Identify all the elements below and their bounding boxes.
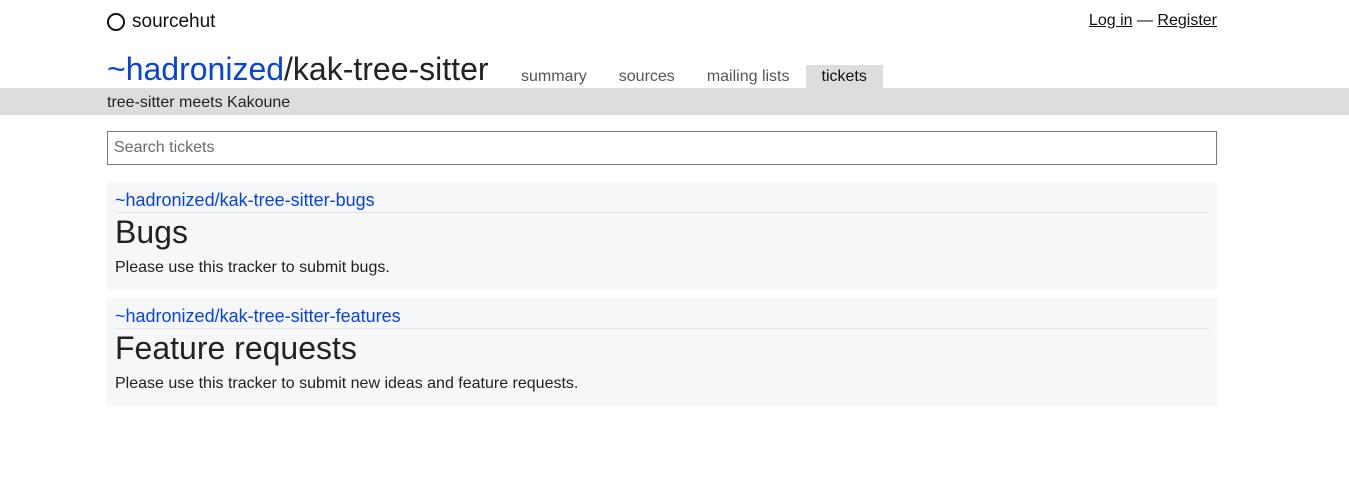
sourcehut-logo-icon bbox=[107, 13, 125, 31]
brand-name: sourcehut bbox=[132, 11, 216, 32]
top-navigation: sourcehut Log in — Register bbox=[107, 10, 1217, 36]
tracker-link[interactable]: ~hadronized/kak-tree-sitter-bugs bbox=[115, 189, 1209, 213]
repo-title-slash: / bbox=[284, 51, 293, 87]
repo-subheader: tree-sitter meets Kakoune bbox=[0, 88, 1349, 115]
repo-description: tree-sitter meets Kakoune bbox=[107, 94, 291, 111]
repo-tabs: summary sources mailing lists tickets bbox=[505, 65, 883, 88]
tab-summary[interactable]: summary bbox=[505, 65, 603, 88]
tracker-card-features: ~hadronized/kak-tree-sitter-features Fea… bbox=[107, 298, 1217, 406]
auth-links: Log in — Register bbox=[1089, 12, 1217, 30]
tracker-card-bugs: ~hadronized/kak-tree-sitter-bugs Bugs Pl… bbox=[107, 182, 1217, 290]
tracker-description: Please use this tracker to submit bugs. bbox=[115, 259, 390, 276]
tab-tickets[interactable]: tickets bbox=[805, 65, 883, 88]
tab-sources[interactable]: sources bbox=[603, 65, 691, 88]
tracker-title: Bugs bbox=[115, 214, 188, 250]
repo-owner-link[interactable]: ~hadronized bbox=[107, 51, 284, 87]
auth-separator: — bbox=[1136, 12, 1153, 29]
tracker-title: Feature requests bbox=[115, 330, 357, 366]
brand-link[interactable]: sourcehut bbox=[107, 11, 215, 33]
repo-name: kak-tree-sitter bbox=[292, 51, 489, 87]
tracker-link[interactable]: ~hadronized/kak-tree-sitter-features bbox=[115, 305, 1209, 329]
repo-title: ~hadronized/kak-tree-sitter bbox=[107, 50, 489, 88]
register-link[interactable]: Register bbox=[1157, 12, 1217, 29]
tracker-description: Please use this tracker to submit new id… bbox=[115, 375, 579, 392]
search-tickets-input[interactable] bbox=[107, 131, 1217, 165]
login-link[interactable]: Log in bbox=[1089, 12, 1133, 29]
tab-mailing-lists[interactable]: mailing lists bbox=[691, 65, 806, 88]
